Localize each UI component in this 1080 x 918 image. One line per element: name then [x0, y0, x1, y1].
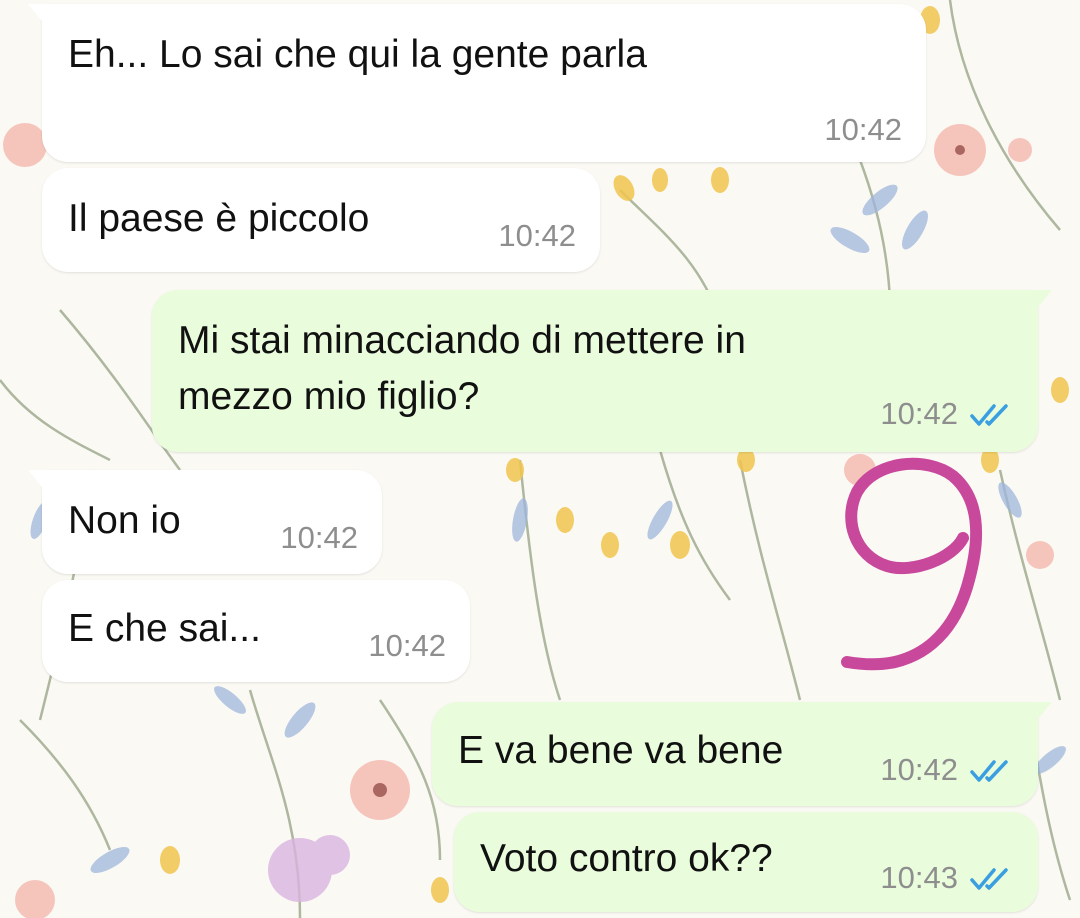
bubble-tail — [28, 4, 46, 26]
message-text: Non io — [68, 499, 181, 542]
message-bubble-outgoing[interactable]: Voto contro ok?? 10:43 — [454, 812, 1038, 912]
bubble-tail — [1034, 702, 1052, 724]
message-timestamp: 10:42 — [824, 112, 902, 147]
message-timestamp: 10:42 — [880, 396, 958, 431]
handwritten-nine-annotation — [841, 457, 983, 671]
message-text: E va bene va bene — [458, 729, 784, 772]
message-timestamp: 10:43 — [880, 860, 958, 895]
message-text-line-2: mezzo mio figlio? — [178, 375, 480, 418]
message-text: Il paese è piccolo — [68, 197, 370, 240]
message-text-line-1: Mi stai minacciando di mettere in — [178, 319, 746, 362]
message-timestamp: 10:42 — [280, 520, 358, 555]
message-bubble-incoming[interactable]: E che sai... 10:42 — [42, 580, 470, 682]
bubble-tail — [1034, 290, 1052, 312]
message-bubble-outgoing[interactable]: E va bene va bene 10:42 — [432, 702, 1052, 806]
message-text: Voto contro ok?? — [480, 837, 773, 880]
message-bubble-incoming[interactable]: Non io 10:42 — [28, 470, 382, 574]
message-timestamp: 10:42 — [880, 752, 958, 787]
message-bubble-outgoing[interactable]: Mi stai minacciando di mettere in mezzo … — [152, 290, 1052, 452]
double-check-read-icon — [970, 760, 1008, 782]
double-check-read-icon — [970, 404, 1008, 426]
message-text: E che sai... — [68, 607, 261, 650]
double-check-read-icon — [970, 868, 1008, 890]
bubble-tail — [28, 470, 46, 492]
message-timestamp: 10:42 — [498, 218, 576, 253]
message-timestamp: 10:42 — [368, 628, 446, 663]
message-bubble-incoming[interactable]: Il paese è piccolo 10:42 — [42, 168, 600, 272]
message-bubble-incoming[interactable]: Eh... Lo sai che qui la gente parla 10:4… — [28, 4, 926, 162]
message-text: Eh... Lo sai che qui la gente parla — [68, 33, 647, 76]
